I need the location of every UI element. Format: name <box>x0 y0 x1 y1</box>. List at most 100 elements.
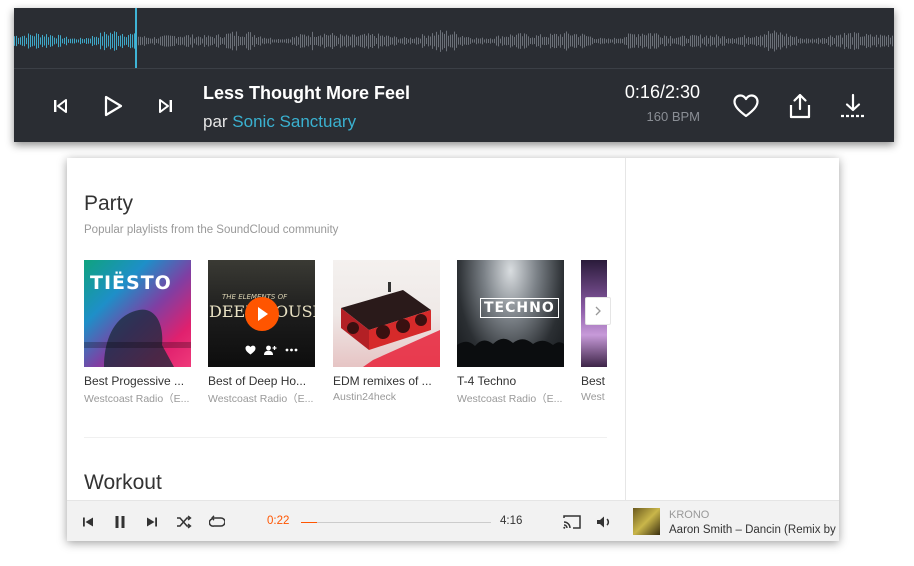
waveform-bar <box>150 38 151 44</box>
waveform-bar <box>304 34 305 48</box>
waveform-bar <box>416 37 417 45</box>
like-button[interactable] <box>245 345 256 355</box>
heart-icon <box>245 345 256 355</box>
skip-forward-icon <box>147 517 157 527</box>
waveform-bar <box>488 38 489 44</box>
playlist-card[interactable]: THE ELEMENTS OF DEEP HOUSE Best of Deep … <box>208 260 315 406</box>
waveform-bar <box>490 38 491 44</box>
waveform-bar <box>692 34 693 48</box>
waveform-bar <box>220 37 221 45</box>
waveform-bar <box>296 36 297 46</box>
waveform-bar <box>688 38 689 44</box>
carousel-next-button[interactable] <box>585 297 611 325</box>
waveform-bar <box>700 34 701 48</box>
waveform-bar <box>508 37 509 45</box>
playlist-title[interactable]: Best Progessive ... <box>84 374 191 388</box>
waveform-bar <box>374 36 375 46</box>
track-time: 0:16/2:30 <box>624 82 700 102</box>
follow-button[interactable] <box>264 345 277 355</box>
waveform-bar <box>94 37 95 45</box>
playlist-cover[interactable] <box>333 260 440 367</box>
more-button[interactable] <box>285 345 298 355</box>
waveform-bar <box>834 38 835 44</box>
waveform-bar <box>344 36 345 46</box>
cast-button[interactable] <box>561 513 583 531</box>
waveform-bar <box>418 37 419 45</box>
waveform-bar <box>200 37 201 45</box>
previous-button[interactable] <box>79 513 97 531</box>
playlist-card[interactable]: TIËSTO Best Progessive ... Westcoast Rad… <box>84 260 191 406</box>
waveform-bar <box>274 39 275 43</box>
previous-button[interactable] <box>46 92 74 120</box>
playlist-title[interactable]: Best <box>581 374 607 388</box>
playlist-user[interactable]: Westcoast Radio（E... <box>208 391 315 406</box>
waveform-bar <box>464 37 465 45</box>
volume-button[interactable] <box>594 513 616 531</box>
like-button[interactable] <box>731 91 761 121</box>
playlist-card[interactable]: TECHNO T-4 Techno Westcoast Radio（E... <box>457 260 564 406</box>
progress-bar[interactable] <box>301 522 491 523</box>
waveform-bar <box>118 35 119 47</box>
waveform-bar <box>390 37 391 45</box>
waveform-bar <box>510 34 511 48</box>
waveform-bar <box>790 35 791 47</box>
waveform-bar <box>434 35 435 47</box>
track-bpm: 160 BPM <box>646 109 700 124</box>
shuffle-button[interactable] <box>175 513 193 531</box>
playlist-user[interactable]: Westcoast Radio（E... <box>457 391 564 406</box>
waveform-bar <box>574 34 575 48</box>
crowd-art <box>457 338 564 367</box>
artist-link[interactable]: Sonic Sanctuary <box>232 112 356 131</box>
waveform-bar <box>538 35 539 47</box>
waveform-bar <box>468 37 469 45</box>
playlist-title[interactable]: T-4 Techno <box>457 374 564 388</box>
waveform-bar <box>746 38 747 44</box>
waveform-bar <box>388 35 389 47</box>
waveform-bar <box>392 37 393 45</box>
playlist-cover[interactable]: TECHNO <box>457 260 564 367</box>
playhead[interactable] <box>135 8 137 68</box>
pause-button[interactable] <box>111 513 129 531</box>
playlist-title[interactable]: EDM remixes of ... <box>333 374 440 388</box>
waveform-bar <box>524 33 525 49</box>
next-button[interactable] <box>143 513 161 531</box>
waveform-bar <box>690 35 691 47</box>
waveform-bar <box>476 37 477 45</box>
playlist-title[interactable]: Best of Deep Ho... <box>208 374 315 388</box>
playlist-card[interactable]: Best West <box>581 260 607 403</box>
waveform-bar <box>680 36 681 46</box>
waveform-bar <box>670 36 671 46</box>
waveform-bar <box>440 30 441 52</box>
playlist-cover[interactable]: TIËSTO <box>84 260 191 367</box>
now-playing-user[interactable]: KRONO <box>669 509 709 521</box>
chevron-right-icon <box>595 306 601 316</box>
waveform-bar <box>250 32 251 50</box>
share-button[interactable] <box>785 91 815 121</box>
next-button[interactable] <box>152 92 180 120</box>
playlist-cover[interactable]: THE ELEMENTS OF DEEP HOUSE <box>208 260 315 367</box>
waveform-bar <box>472 39 473 43</box>
waveform-bar <box>68 39 69 43</box>
play-button[interactable] <box>99 92 127 120</box>
now-playing-title[interactable]: Aaron Smith – Dancin (Remix by <box>669 524 836 536</box>
waveform-bar <box>164 35 165 47</box>
waveform-bar <box>248 31 249 51</box>
waveform-bar <box>278 39 279 43</box>
waveform-bar <box>50 35 51 47</box>
playlist-user[interactable]: Austin24heck <box>333 391 440 403</box>
waveform-bar <box>506 36 507 46</box>
waveform-bar <box>724 36 725 46</box>
waveform-bar <box>268 38 269 44</box>
waveform-bar <box>76 39 77 43</box>
waveform-bar <box>16 35 17 47</box>
waveform-bar <box>606 39 607 43</box>
download-button[interactable] <box>838 91 868 121</box>
now-playing-artwork[interactable] <box>633 508 660 535</box>
waveform-bar <box>110 32 111 50</box>
playlist-user[interactable]: West <box>581 391 607 403</box>
playlist-card[interactable]: EDM remixes of ... Austin24heck <box>333 260 440 403</box>
playlist-user[interactable]: Westcoast Radio（E... <box>84 391 191 406</box>
waveform[interactable] <box>14 8 894 68</box>
repeat-button[interactable] <box>208 513 226 531</box>
play-overlay-button[interactable] <box>245 297 279 331</box>
